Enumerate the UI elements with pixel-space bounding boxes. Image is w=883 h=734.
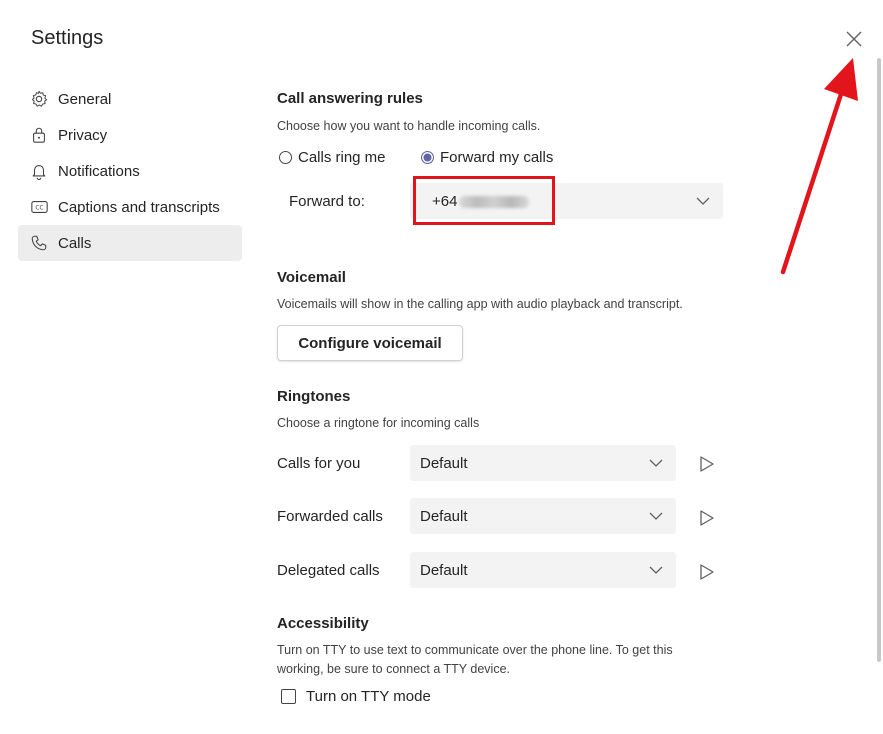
play-icon[interactable] [698,509,716,527]
tty-mode-checkbox-row[interactable]: Turn on TTY mode [281,688,431,705]
ringtone-dropdown-forwarded-calls[interactable]: Default [410,498,676,534]
settings-sidebar: General Privacy Notifications CC Caption… [18,81,242,261]
chevron-down-icon [649,566,663,574]
chevron-down-icon [649,459,663,467]
tty-mode-label: Turn on TTY mode [306,688,431,705]
forward-to-label: Forward to: [289,193,365,210]
radio-forward-my-calls[interactable]: Forward my calls [421,149,553,166]
ringtone-dropdown-delegated-calls[interactable]: Default [410,552,676,588]
ringtone-label-forwarded-calls: Forwarded calls [277,508,383,525]
ringtones-description: Choose a ringtone for incoming calls [277,416,480,430]
lock-icon [29,125,49,145]
call-answering-title: Call answering rules [277,90,423,107]
svg-text:CC: CC [35,206,43,212]
ringtone-label-calls-for-you: Calls for you [277,455,361,472]
radio-label: Forward my calls [440,149,554,166]
configure-voicemail-button[interactable]: Configure voicemail [277,325,463,361]
ringtone-label-delegated-calls: Delegated calls [277,562,380,579]
radio-button-selected[interactable] [421,151,434,164]
radio-button[interactable] [279,151,292,164]
radio-label: Calls ring me [298,149,386,166]
ringtones-title: Ringtones [277,388,351,405]
ringtone-dropdown-calls-for-you[interactable]: Default [410,445,676,481]
gear-icon [29,89,49,109]
sidebar-item-privacy[interactable]: Privacy [18,117,242,153]
accessibility-description-line1: Turn on TTY to use text to communicate o… [277,643,673,657]
play-icon[interactable] [698,455,716,473]
ringtone-value: Default [420,454,468,472]
chevron-down-icon [696,197,710,205]
tty-mode-checkbox[interactable] [281,689,296,704]
bell-icon [29,161,49,181]
close-icon[interactable] [842,27,866,51]
sidebar-item-label: Privacy [58,126,108,144]
sidebar-item-label: General [58,90,112,108]
ringtone-value: Default [420,561,468,579]
annotation-highlight-box [413,176,555,225]
sidebar-item-calls[interactable]: Calls [18,225,242,261]
sidebar-item-label: Calls [58,234,92,252]
accessibility-description-line2: working, be sure to connect a TTY device… [277,662,510,676]
sidebar-item-label: Captions and transcripts [58,198,220,216]
chevron-down-icon [649,512,663,520]
sidebar-item-label: Notifications [58,162,140,180]
sidebar-item-notifications[interactable]: Notifications [18,153,242,189]
phone-icon [29,233,49,253]
cc-icon: CC [29,197,49,217]
sidebar-item-captions[interactable]: CC Captions and transcripts [18,189,242,225]
ringtone-value: Default [420,507,468,525]
voicemail-title: Voicemail [277,269,346,286]
voicemail-description: Voicemails will show in the calling app … [277,297,683,311]
scrollbar[interactable] [877,58,881,662]
sidebar-item-general[interactable]: General [18,81,242,117]
accessibility-title: Accessibility [277,615,369,632]
radio-calls-ring-me[interactable]: Calls ring me [279,149,386,166]
play-icon[interactable] [698,563,716,581]
call-answering-description: Choose how you want to handle incoming c… [277,119,541,133]
page-title: Settings [31,27,104,49]
